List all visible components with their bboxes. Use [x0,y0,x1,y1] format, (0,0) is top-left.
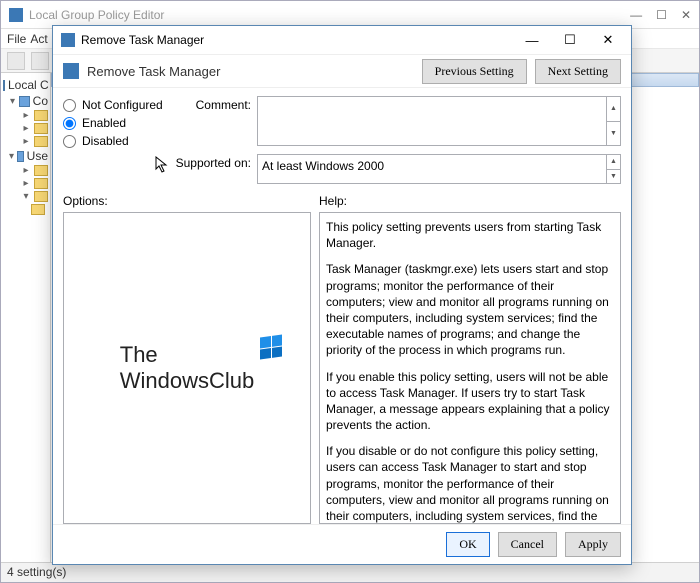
folder-icon [34,110,48,121]
tree-item[interactable]: ▸ [3,122,48,135]
tree-item[interactable]: ▾ [3,190,48,203]
options-label: Options: [63,192,311,212]
tree-item[interactable]: ▸ [3,164,48,177]
minimize-button[interactable]: — [513,27,551,53]
policy-name: Remove Task Manager [87,64,220,79]
collapse-icon[interactable]: ▾ [9,96,16,107]
comment-textbox[interactable]: ▲▼ [257,96,621,146]
previous-setting-button[interactable]: Previous Setting [422,59,527,84]
folder-icon [31,204,45,215]
expand-icon[interactable]: ▸ [21,165,31,176]
radio-disabled-input[interactable] [63,135,76,148]
toolbar-button[interactable] [31,52,49,70]
expand-icon[interactable]: ▸ [21,110,31,121]
comment-scroll[interactable]: ▲▼ [606,97,620,145]
radio-not-configured[interactable]: Not Configured [63,96,163,114]
tree-item[interactable] [3,203,48,216]
supported-scroll[interactable]: ▲▼ [606,155,620,183]
help-text: This policy setting prevents users from … [326,219,614,524]
tree-root[interactable]: Local C [3,77,48,93]
expand-icon[interactable]: ▸ [21,136,31,147]
ok-button[interactable]: OK [446,532,489,557]
help-paragraph: If you enable this policy setting, users… [326,369,614,434]
collapse-icon[interactable]: ▾ [21,191,31,202]
radio-enabled[interactable]: Enabled [63,114,163,132]
tree-item[interactable]: ▸ [3,177,48,190]
dialog-title: Remove Task Manager [81,33,204,47]
dialog-titlebar[interactable]: Remove Task Manager — ☐ ✕ [53,26,631,54]
dialog-subheader: Remove Task Manager Previous Setting Nex… [53,54,631,88]
folder-icon [19,96,30,107]
help-column: Help: This policy setting prevents users… [319,192,621,524]
gpedit-window-controls: — ☐ ✕ [630,8,691,22]
tree-item[interactable]: ▾Use [3,148,48,164]
next-setting-button[interactable]: Next Setting [535,59,621,84]
comment-row: Comment: ▲▼ [173,96,621,146]
dialog-window-controls: — ☐ ✕ [513,27,627,53]
help-paragraph: If you disable or do not configure this … [326,443,614,524]
collapse-icon[interactable]: ▾ [9,151,14,162]
maximize-icon[interactable]: ☐ [656,8,667,22]
supported-textbox: At least Windows 2000 ▲▼ [257,154,621,184]
gpedit-tree[interactable]: Local C ▾Co ▸ ▸ ▸ ▾Use ▸ ▸ ▾ [1,73,51,562]
help-label: Help: [319,192,621,212]
windows-logo-icon [260,334,282,359]
tree-item[interactable]: ▸ [3,135,48,148]
supported-row: Supported on: At least Windows 2000 ▲▼ [173,154,621,184]
close-button[interactable]: ✕ [589,27,627,53]
fields: Comment: ▲▼ Supported on: At least Windo… [173,96,621,184]
toolbar-button[interactable] [7,52,25,70]
policy-icon [61,33,75,47]
dialog-buttons: OK Cancel Apply [53,524,631,564]
maximize-button[interactable]: ☐ [551,27,589,53]
help-paragraph: This policy setting prevents users from … [326,219,614,251]
scroll-up-icon[interactable]: ▲ [606,97,620,122]
folder-icon [17,151,24,162]
tree-item[interactable]: ▸ [3,109,48,122]
folder-icon [34,123,48,134]
state-radios: Not Configured Enabled Disabled [63,96,163,184]
help-paragraph: Task Manager (taskmgr.exe) lets users st… [326,261,614,358]
cancel-button[interactable]: Cancel [498,532,557,557]
folder-icon [34,165,48,176]
gpedit-title: Local Group Policy Editor [29,8,164,22]
options-panel: The WindowsClub [63,212,311,524]
close-icon[interactable]: ✕ [681,8,691,22]
watermark-logo: The WindowsClub [120,342,255,394]
policy-dialog: Remove Task Manager — ☐ ✕ Remove Task Ma… [52,25,632,565]
watermark-line2: WindowsClub [120,368,255,394]
gpedit-icon [9,8,23,22]
expand-icon[interactable]: ▸ [21,178,31,189]
radio-not-configured-input[interactable] [63,99,76,112]
menu-action[interactable]: Act [30,32,47,46]
policy-icon [63,63,79,79]
apply-button[interactable]: Apply [565,532,621,557]
expand-icon[interactable]: ▸ [21,123,31,134]
scroll-down-icon[interactable]: ▼ [606,122,620,146]
mid-area: Options: The WindowsClub Help: This poli… [53,188,631,524]
tree-item[interactable]: ▾Co [3,93,48,109]
config-area: Not Configured Enabled Disabled Comment:… [53,88,631,188]
radio-enabled-input[interactable] [63,117,76,130]
watermark-line1: The [120,342,255,368]
scroll-down-icon[interactable]: ▼ [606,170,620,184]
comment-label: Comment: [173,96,251,112]
supported-label: Supported on: [173,154,251,170]
menu-file[interactable]: File [7,32,26,46]
folder-icon [34,191,48,202]
help-panel[interactable]: This policy setting prevents users from … [319,212,621,524]
gpedit-statusbar: 4 setting(s) [1,562,699,582]
minimize-icon[interactable]: — [630,8,642,22]
computer-icon [3,80,5,91]
setting-nav: Previous Setting Next Setting [422,59,621,84]
options-column: Options: The WindowsClub [63,192,311,524]
folder-icon [34,178,48,189]
scroll-up-icon[interactable]: ▲ [606,155,620,170]
radio-disabled[interactable]: Disabled [63,132,163,150]
folder-icon [34,136,48,147]
